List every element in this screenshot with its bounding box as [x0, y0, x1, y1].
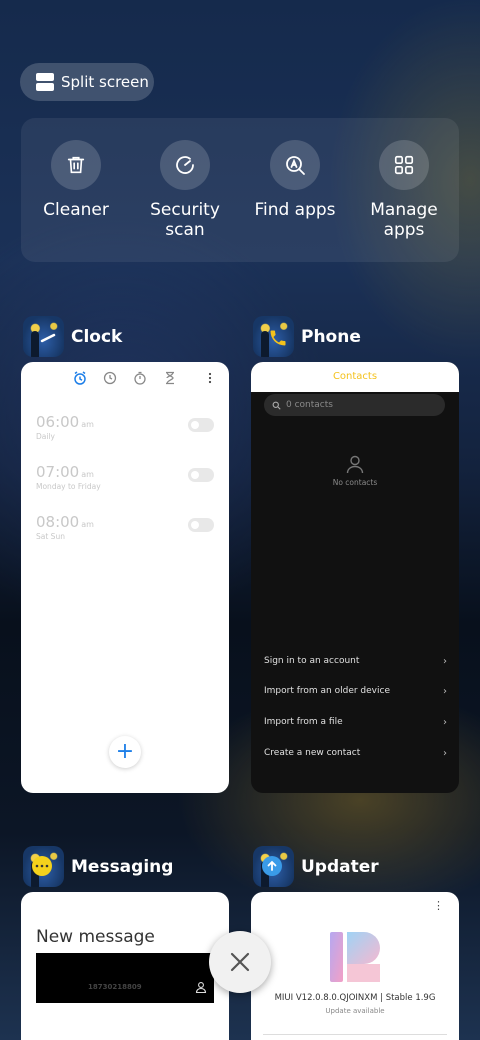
world-clock-icon[interactable]: [103, 371, 117, 385]
split-screen-label: Split screen: [61, 73, 149, 91]
miui-version-text: MIUI V12.0.8.0.QJOINXM | Stable 1.9G: [274, 993, 436, 1003]
close-icon: [230, 952, 250, 972]
empty-contacts: No contacts: [251, 454, 459, 487]
cleaner-label: Cleaner: [43, 200, 109, 220]
alarm-item[interactable]: 08:00 am Sat Sun: [36, 513, 216, 549]
messaging-app-name: Messaging: [71, 856, 174, 877]
phone-app-icon: [253, 316, 294, 357]
chat-bubble-icon: [32, 856, 52, 876]
update-arrow-icon: [262, 856, 282, 876]
contacts-search-input[interactable]: 0 contacts: [264, 394, 445, 416]
manage-apps-button[interactable]: Manage apps: [349, 140, 459, 240]
search-icon: [272, 401, 281, 410]
messaging-app-card[interactable]: New message 18730218809: [21, 892, 229, 1040]
no-contacts-text: No contacts: [332, 478, 378, 487]
quick-tools-panel: Cleaner Security scan Find apps Manage a…: [21, 118, 459, 262]
security-scan-label: Security scan: [150, 200, 220, 240]
alarm-repeat: Daily: [36, 432, 55, 441]
import-file-option[interactable]: Import from a file ›: [264, 715, 447, 729]
messaging-app-header[interactable]: Messaging: [23, 846, 173, 887]
phone-app-card[interactable]: Contacts 0 contacts No contacts Sign in …: [251, 362, 459, 793]
update-status-text: Update available: [325, 1007, 385, 1015]
recipient-number: 18730218809: [88, 983, 142, 991]
grid-icon: [379, 140, 429, 190]
clock-app-icon: [23, 316, 64, 357]
chevron-right-icon: ›: [443, 655, 447, 667]
find-apps-button[interactable]: Find apps: [240, 140, 350, 220]
clear-all-button[interactable]: [209, 931, 271, 993]
chevron-right-icon: ›: [443, 747, 447, 759]
clock-app-header[interactable]: Clock: [23, 316, 122, 357]
option-label: Import from a file: [264, 717, 343, 727]
contacts-tab-bar: Contacts: [251, 362, 459, 392]
option-label: Import from an older device: [264, 686, 390, 696]
trash-icon: [51, 140, 101, 190]
add-alarm-button[interactable]: +: [109, 736, 141, 768]
alarm-toggle[interactable]: [188, 468, 214, 482]
alarm-repeat: Monday to Friday: [36, 482, 101, 491]
option-label: Create a new contact: [264, 748, 361, 758]
split-screen-button[interactable]: Split screen: [20, 63, 154, 101]
updater-app-header[interactable]: Updater: [253, 846, 379, 887]
phone-app-name: Phone: [301, 326, 361, 347]
clock-app-card[interactable]: 06:00 am Daily 07:00 am Monday to Friday 0…: [21, 362, 229, 793]
search-apps-icon: [270, 140, 320, 190]
new-message-title: New message: [36, 927, 155, 947]
alarm-toggle[interactable]: [188, 418, 214, 432]
search-placeholder: 0 contacts: [286, 400, 333, 410]
import-older-device-option[interactable]: Import from an older device ›: [264, 684, 447, 698]
phone-app-header[interactable]: Phone: [253, 316, 361, 357]
miui-12-logo: [330, 932, 380, 982]
security-scan-button[interactable]: Security scan: [130, 140, 240, 240]
stopwatch-icon[interactable]: [133, 371, 147, 385]
alarm-icon[interactable]: [73, 371, 87, 385]
more-options-icon[interactable]: ⋮: [433, 899, 444, 912]
updater-app-name: Updater: [301, 856, 379, 877]
person-icon: [346, 455, 364, 474]
create-contact-option[interactable]: Create a new contact ›: [264, 746, 447, 760]
more-options-icon[interactable]: [203, 371, 217, 385]
messaging-app-icon: [23, 846, 64, 887]
updater-app-icon: [253, 846, 294, 887]
alarm-item[interactable]: 07:00 am Monday to Friday: [36, 463, 216, 499]
phone-handset-icon: [268, 328, 288, 348]
divider: [263, 1034, 447, 1035]
recipient-field[interactable]: 18730218809: [36, 953, 214, 1003]
timer-icon[interactable]: [163, 371, 177, 385]
manage-apps-label: Manage apps: [370, 200, 438, 240]
sign-in-option[interactable]: Sign in to an account ›: [264, 654, 447, 668]
contacts-tab[interactable]: Contacts: [251, 371, 459, 382]
updater-app-card[interactable]: ⋮ MIUI V12.0.8.0.QJOINXM | Stable 1.9G U…: [251, 892, 459, 1040]
clock-hand-icon: [38, 328, 58, 348]
alarm-item[interactable]: 06:00 am Daily: [36, 413, 216, 449]
cleaner-button[interactable]: Cleaner: [21, 140, 131, 220]
split-screen-icon: [36, 73, 54, 91]
find-apps-label: Find apps: [254, 200, 336, 220]
option-label: Sign in to an account: [264, 656, 360, 666]
alarm-toggle[interactable]: [188, 518, 214, 532]
alarm-repeat: Sat Sun: [36, 532, 65, 541]
contact-picker-icon[interactable]: [195, 981, 207, 993]
clock-app-name: Clock: [71, 326, 123, 347]
clock-tab-bar: [21, 371, 229, 387]
chevron-right-icon: ›: [443, 685, 447, 697]
chevron-right-icon: ›: [443, 716, 447, 728]
gauge-icon: [160, 140, 210, 190]
